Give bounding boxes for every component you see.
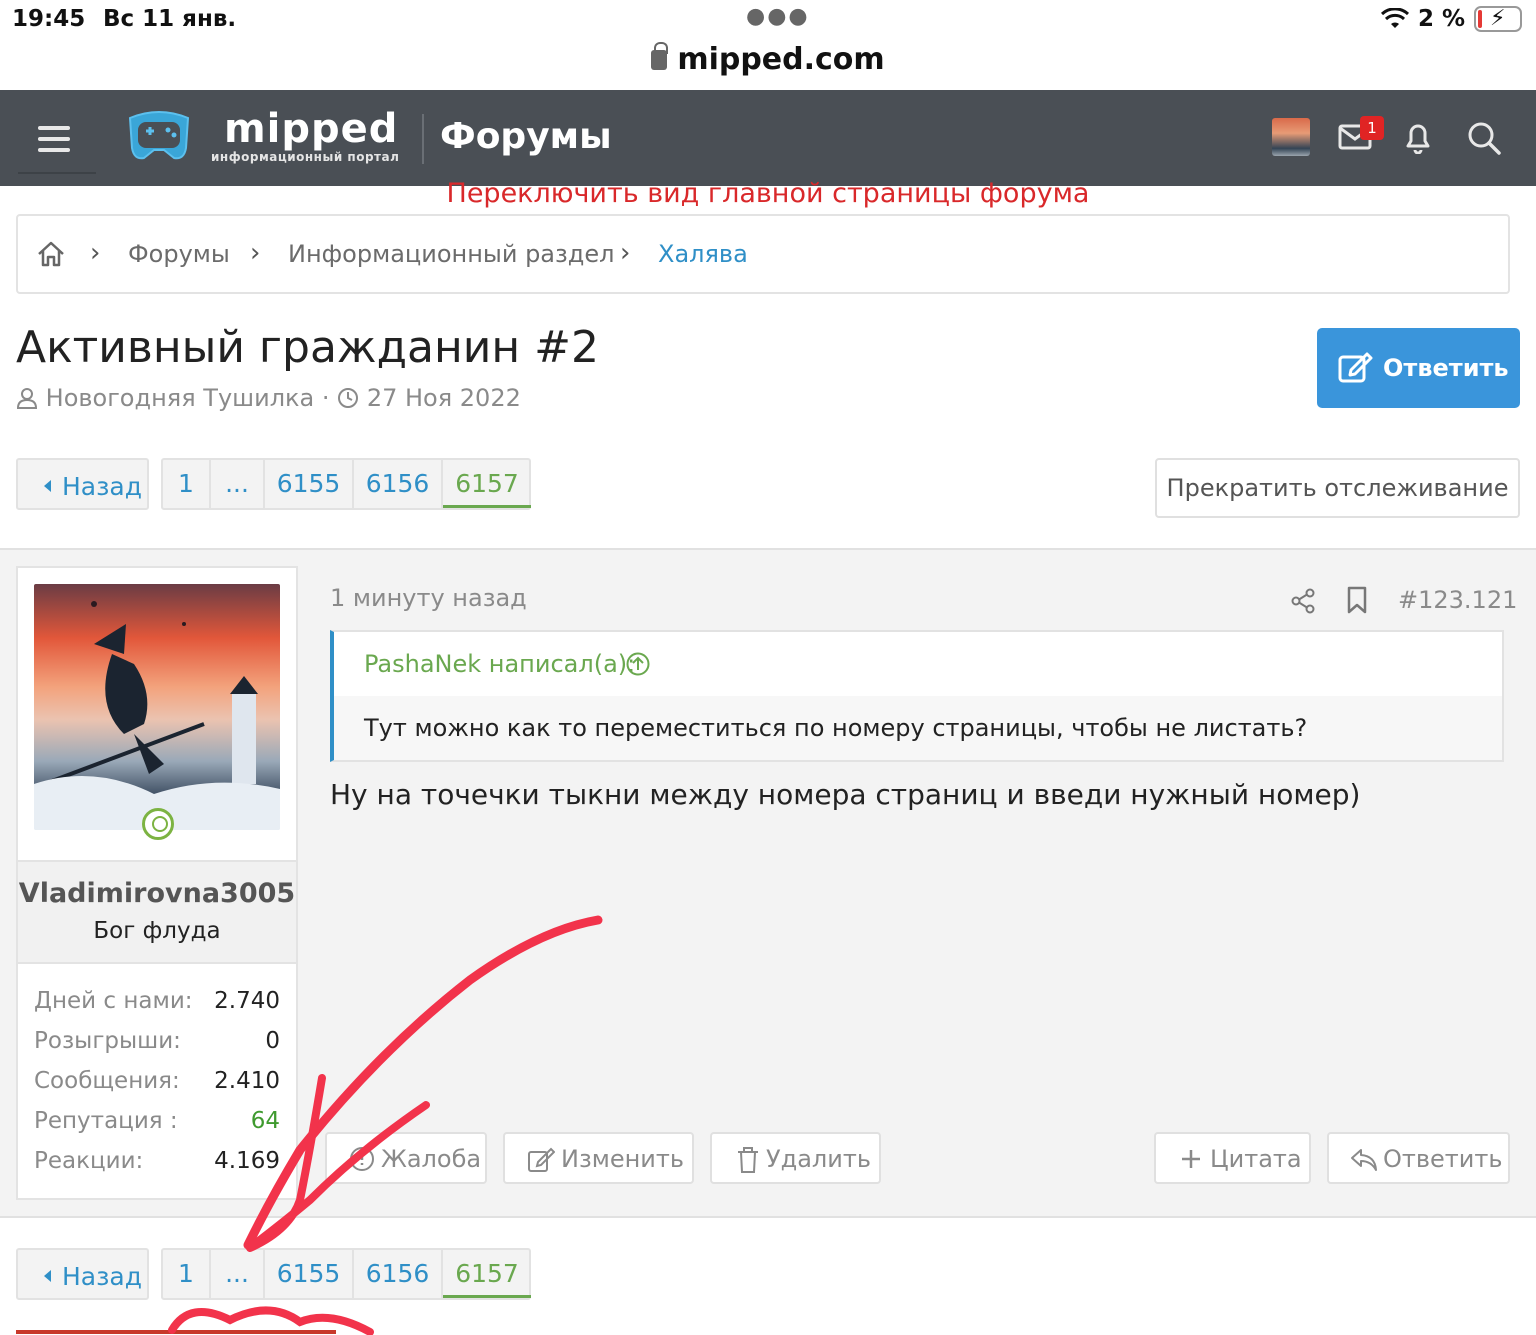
switch-view-link[interactable]: Переключить вид главной страницы форума bbox=[0, 178, 1536, 209]
alert-circle-icon bbox=[350, 1147, 374, 1171]
stat-value: 2.410 bbox=[214, 1068, 280, 1094]
caret-left-icon bbox=[44, 480, 51, 492]
thread-title: Активный гражданин #2 bbox=[16, 322, 599, 373]
delete-label: Удалить bbox=[766, 1145, 871, 1173]
breadcrumb: › Форумы › Информационный раздел › Халяв… bbox=[16, 214, 1510, 294]
home-icon[interactable] bbox=[36, 240, 66, 268]
breadcrumb-forums[interactable]: Форумы bbox=[128, 240, 230, 268]
chevron-right-icon: › bbox=[90, 238, 101, 268]
back-label: Назад bbox=[62, 472, 143, 501]
mail-badge: 1 bbox=[1360, 116, 1384, 140]
battery-icon: ⚡ bbox=[1474, 6, 1522, 32]
edit-icon bbox=[1338, 352, 1373, 383]
gamepad-logo-icon[interactable] bbox=[124, 108, 194, 164]
page-jump-ellipsis[interactable]: ... bbox=[211, 460, 265, 508]
post-time[interactable]: 1 минуту назад bbox=[330, 584, 527, 612]
logo-text[interactable]: mipped bbox=[224, 106, 398, 152]
post-number[interactable]: #123.121 bbox=[1398, 586, 1517, 614]
status-bar: 19:45 Вс 11 янв. ●●● 2 % ⚡ mipped.com bbox=[0, 0, 1536, 90]
caret-left-icon bbox=[44, 1270, 51, 1282]
page-list: 1 ... 6155 6156 6157 bbox=[161, 458, 531, 510]
back-button[interactable]: Назад bbox=[16, 1248, 149, 1300]
user-namebox bbox=[18, 860, 296, 964]
site-header: mipped информационный портал Форумы 1 bbox=[0, 90, 1536, 186]
stat-label: Репутация : bbox=[34, 1108, 178, 1134]
arrow-up-circle-icon[interactable] bbox=[626, 652, 650, 676]
thread-meta: Новогодняя Тушилка · 27 Ноя 2022 bbox=[16, 384, 521, 412]
stat-label: Сообщения: bbox=[34, 1068, 180, 1094]
share-icon[interactable] bbox=[1290, 588, 1316, 614]
quote-label: Цитата bbox=[1210, 1145, 1302, 1173]
report-label: Жалоба bbox=[381, 1145, 482, 1173]
edit-label: Изменить bbox=[561, 1145, 684, 1173]
edit-icon bbox=[528, 1147, 555, 1172]
page-link[interactable]: 6156 bbox=[354, 1250, 443, 1298]
reply-button[interactable]: Ответить bbox=[1317, 328, 1520, 408]
stat-value: 0 bbox=[265, 1028, 280, 1054]
menu-button[interactable] bbox=[18, 104, 96, 174]
reply-post-button[interactable]: Ответить bbox=[1327, 1132, 1510, 1184]
page-link[interactable]: 1 bbox=[163, 460, 211, 508]
wifi-icon bbox=[1380, 8, 1410, 28]
stat-value-reputation: 64 bbox=[250, 1108, 280, 1134]
edit-button[interactable]: Изменить bbox=[503, 1132, 694, 1184]
breadcrumb-info-section[interactable]: Информационный раздел bbox=[288, 240, 614, 268]
user-name[interactable]: Vladimirovna3005 bbox=[18, 878, 296, 909]
delete-button[interactable]: Удалить bbox=[710, 1132, 881, 1184]
url-text: mipped.com bbox=[677, 42, 885, 77]
stat-value: 4.169 bbox=[214, 1148, 280, 1174]
stat-value: 2.740 bbox=[214, 988, 280, 1014]
header-divider bbox=[422, 114, 424, 164]
stat-label: Реакции: bbox=[34, 1148, 144, 1174]
user-icon bbox=[16, 388, 38, 409]
reply-button-label: Ответить bbox=[1383, 354, 1509, 382]
post-body: Ну на точечки тыкни между номера страниц… bbox=[330, 778, 1361, 811]
reply-post-label: Ответить bbox=[1383, 1145, 1503, 1173]
bottom-accent-bar bbox=[16, 1330, 336, 1334]
bell-icon[interactable] bbox=[1402, 120, 1434, 154]
page-jump-ellipsis[interactable]: ... bbox=[211, 1250, 265, 1298]
search-icon[interactable] bbox=[1466, 120, 1502, 156]
page-current[interactable]: 6157 bbox=[443, 460, 531, 508]
page-link[interactable]: 6156 bbox=[354, 460, 443, 508]
chevron-right-icon: › bbox=[250, 238, 261, 268]
page-current[interactable]: 6157 bbox=[443, 1250, 531, 1298]
bookmark-icon[interactable] bbox=[1346, 586, 1368, 614]
breadcrumb-current[interactable]: Халява bbox=[658, 240, 748, 268]
multitask-dots-icon[interactable]: ●●● bbox=[746, 4, 810, 29]
quote-button[interactable]: Цитата bbox=[1154, 1132, 1311, 1184]
quote-text: Тут можно как то переместиться по номеру… bbox=[364, 714, 1308, 742]
clock-icon bbox=[338, 388, 359, 408]
page-link[interactable]: 1 bbox=[163, 1250, 211, 1298]
address-bar[interactable]: mipped.com bbox=[0, 42, 1536, 77]
user-title: Бог флуда bbox=[93, 918, 221, 944]
page-link[interactable]: 6155 bbox=[265, 460, 354, 508]
trash-icon bbox=[738, 1147, 758, 1173]
stat-label: Дней с нами: bbox=[34, 988, 193, 1014]
stat-label: Розыгрыши: bbox=[34, 1028, 181, 1054]
section-title[interactable]: Форумы bbox=[440, 116, 612, 157]
meta-separator: · bbox=[321, 384, 330, 412]
reply-arrow-icon bbox=[1351, 1149, 1377, 1171]
status-time: 19:45 bbox=[12, 6, 86, 32]
plus-icon bbox=[1182, 1150, 1200, 1168]
back-button[interactable]: Назад bbox=[16, 458, 149, 510]
unwatch-button[interactable]: Прекратить отслеживание bbox=[1155, 458, 1520, 518]
logo-subtitle: информационный портал bbox=[211, 150, 400, 164]
thread-date[interactable]: 27 Ноя 2022 bbox=[367, 384, 521, 412]
user-avatar[interactable] bbox=[34, 584, 280, 830]
battery-percent: 2 % bbox=[1418, 6, 1466, 32]
back-label: Назад bbox=[62, 1262, 143, 1291]
page-list: 1 ... 6155 6156 6157 bbox=[161, 1248, 531, 1300]
chevron-right-icon: › bbox=[620, 238, 631, 268]
page-link[interactable]: 6155 bbox=[265, 1250, 354, 1298]
quote-author[interactable]: PashaNek написал(а): bbox=[364, 650, 635, 678]
thread-author[interactable]: Новогодняя Тушилка bbox=[46, 384, 315, 412]
report-button[interactable]: Жалоба bbox=[325, 1132, 487, 1184]
account-avatar[interactable] bbox=[1272, 118, 1310, 156]
status-date: Вс 11 янв. bbox=[103, 6, 237, 32]
lock-icon bbox=[651, 42, 669, 70]
online-status-icon bbox=[142, 808, 174, 840]
